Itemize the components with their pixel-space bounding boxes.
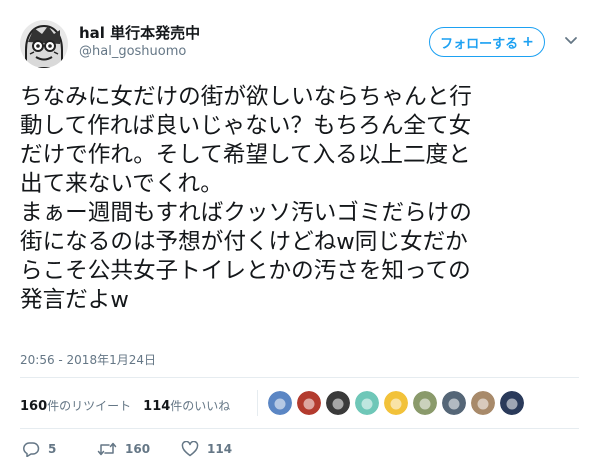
tweet-text-line: らこそ公共女子トイレとかの汚さを知っての — [20, 258, 471, 284]
like-stat-label: 件のいいね — [170, 399, 231, 413]
tweet-text-line: 発言だよw — [20, 287, 129, 313]
reply-icon — [23, 442, 40, 457]
tweet-text-line: ちなみに女だけの街が欲しいならちゃんと行 — [20, 84, 472, 110]
author-handle[interactable]: @hal_goshuomo — [79, 44, 186, 59]
liker-avatar[interactable] — [413, 391, 437, 415]
retweet-stat-count: 160 — [20, 399, 48, 414]
plus-icon: + — [522, 34, 534, 50]
retweet-icon — [97, 442, 117, 456]
liker-avatars — [268, 391, 524, 415]
like-stat[interactable]: 114件のいいね — [143, 397, 230, 414]
tweet-text-line: だけで作れ。そして希望して入る以上二度と — [20, 142, 471, 168]
tweet-text-line: まぁー週間もすればクッソ汚いゴミだらけの — [20, 200, 472, 226]
liker-avatar[interactable] — [500, 391, 524, 415]
tweet-actions: 5 160 114 — [22, 441, 232, 457]
liker-avatar[interactable] — [471, 391, 495, 415]
author-display-name[interactable]: hal 単行本発売中 — [79, 22, 200, 43]
reply-action[interactable]: 5 — [22, 441, 97, 457]
liker-avatar[interactable] — [384, 391, 408, 415]
retweet-stat-label: 件のリツイート — [47, 399, 132, 413]
liker-avatar[interactable] — [297, 391, 321, 415]
stats-separator — [257, 390, 258, 416]
tweet-text-line: 街になるのは予想が付くけどねw同じ女だか — [20, 229, 468, 255]
follow-button-label: フォローする — [440, 36, 519, 52]
avatar-illustration-icon — [20, 20, 68, 68]
tweet-text-line: 動して作れば良いじゃない？もちろん全て女 — [20, 113, 472, 139]
tweet-text-line: 出て来ないでくれ。 — [20, 171, 223, 197]
liker-avatar[interactable] — [355, 391, 379, 415]
retweet-action[interactable]: 160 — [97, 441, 181, 457]
heart-icon — [181, 441, 199, 457]
tweet-timestamp[interactable]: 20:56 - 2018年1月24日 — [20, 351, 156, 368]
reply-count: 5 — [48, 442, 57, 456]
like-action[interactable]: 114 — [181, 441, 232, 457]
tweet-text: ちなみに女だけの街が欲しいならちゃんと行 動して作れば良いじゃない？もちろん全て… — [20, 83, 580, 315]
retweet-stat[interactable]: 160件のリツイート — [20, 397, 131, 414]
divider — [20, 377, 579, 378]
author-avatar[interactable] — [20, 20, 68, 68]
like-stat-count: 114 — [143, 399, 171, 414]
liker-avatar[interactable] — [326, 391, 350, 415]
follow-button[interactable]: フォローする + — [429, 27, 545, 57]
liker-avatar[interactable] — [268, 391, 292, 415]
chevron-down-icon[interactable] — [564, 35, 578, 47]
retweet-count: 160 — [125, 442, 151, 456]
liker-avatar[interactable] — [442, 391, 466, 415]
like-count: 114 — [207, 442, 233, 456]
divider — [20, 428, 579, 429]
engagement-stats: 160件のリツイート 114件のいいね — [20, 397, 230, 414]
